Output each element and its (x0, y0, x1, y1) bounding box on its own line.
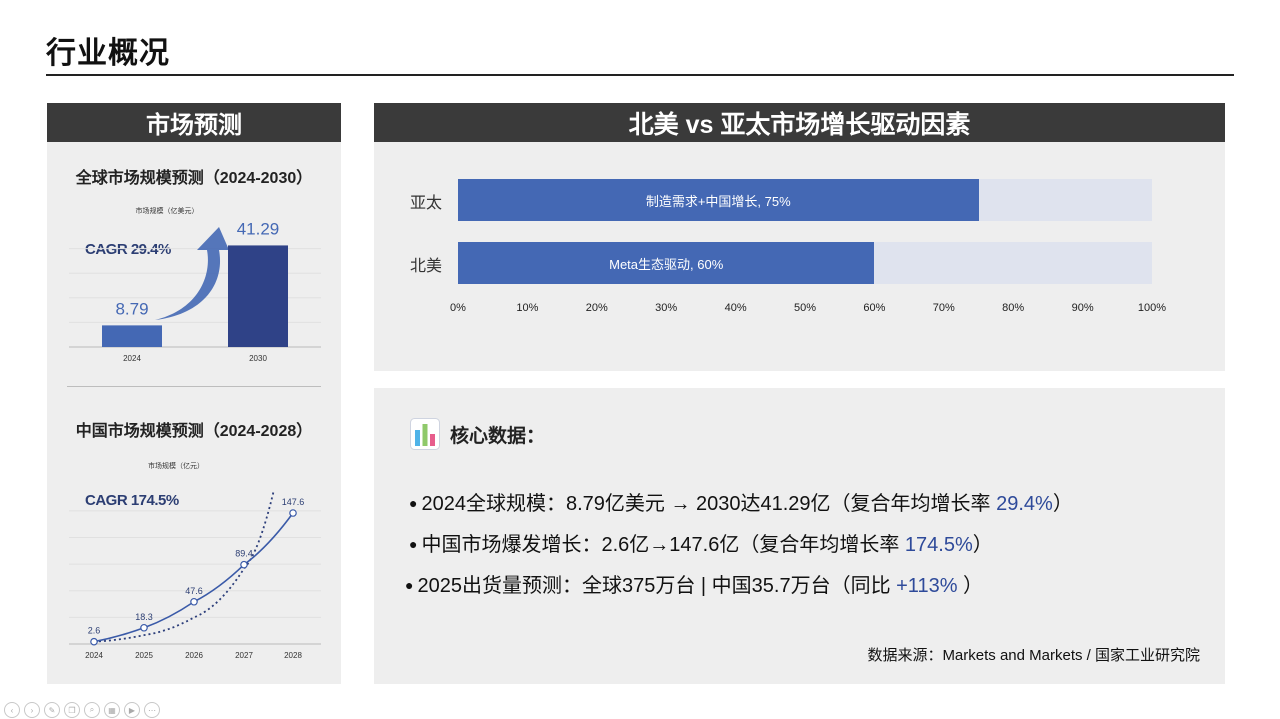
data-point-2027 (240, 560, 248, 569)
x-tick-label: 50% (793, 302, 817, 314)
x-tick-label: 90% (1071, 302, 1094, 314)
china-chart-unit: 市场规模（亿元） (148, 463, 204, 470)
data-source: 数据来源：Markets and Markets / 国家工业研究院 (867, 647, 1200, 664)
video-icon[interactable]: ▶ (124, 702, 140, 718)
x-tick-label: 2028 (284, 651, 302, 660)
bar-value-label: 8.79 (115, 299, 148, 318)
x-tick-label: 40% (724, 302, 747, 314)
x-tick-label: 100% (1137, 302, 1167, 314)
market-forecast-panel: 全球市场规模预测（2024-2030） 市场规模（亿美元） CAGR 29.4%… (47, 142, 341, 684)
x-tick-label: 2030 (249, 354, 267, 363)
core-bullet-2: ● 中国市场爆发增长：2.6亿→147.6亿（复合年均增长率 174.5%） (409, 534, 993, 556)
x-tick-label: 10% (516, 302, 539, 314)
next-slide-icon[interactable]: › (24, 702, 40, 718)
page-title: 行业概况 (46, 37, 170, 70)
china-chart-title: 中国市场规模预测（2024-2028） (75, 423, 313, 440)
data-label: 89.4 (235, 549, 253, 559)
slide-toolbar: ‹ › ✎ ❐ ⌕ ▦ ▶ ⋯ (4, 702, 160, 718)
core-bullet-3: ● 2025出货量预测：全球375万台 | 中国35.7万台（同比 +113% ） (405, 575, 984, 597)
data-label: 47.6 (185, 586, 203, 596)
data-point-2028 (289, 509, 297, 517)
china-line-chart: 2.6 2024 18.3 2025 47.6 2026 89.4 2027 147.6 2028 (69, 489, 321, 660)
x-tick-label: 2024 (123, 354, 141, 363)
bar-chart-icon (410, 418, 440, 450)
chart-divider (67, 386, 321, 387)
grid-icon[interactable]: ▦ (104, 702, 120, 718)
global-bar-chart: 8.79 2024 41.29 2030 (69, 219, 321, 363)
bar-value-label: 41.29 (237, 219, 280, 238)
prev-slide-icon[interactable]: ‹ (4, 702, 20, 718)
x-tick-label: 30% (655, 302, 678, 314)
category-label: 亚太 (410, 195, 443, 212)
data-point-2025 (140, 623, 148, 632)
core-data-title: 核心数据： (450, 425, 546, 447)
data-label: 147.6 (282, 497, 305, 507)
zoom-icon[interactable]: ⌕ (84, 702, 100, 718)
x-tick-label: 20% (585, 302, 608, 314)
x-tick-label: 70% (932, 302, 955, 314)
x-tick-label: 2025 (135, 651, 153, 660)
title-divider (46, 74, 1234, 76)
x-tick-label: 80% (1002, 302, 1025, 314)
data-point-2026 (190, 597, 198, 606)
pen-icon[interactable]: ✎ (44, 702, 60, 718)
data-point-2024 (90, 637, 98, 646)
x-tick-label: 2026 (185, 651, 203, 660)
core-data-heading: 核心数据： (410, 418, 545, 450)
x-tick-label: 60% (863, 302, 886, 314)
bar-label: 制造需求+中国增长, 75% (645, 193, 791, 209)
bar-label: Meta生态驱动, 60% (609, 256, 724, 272)
data-label: 18.3 (135, 612, 153, 622)
bar-2024 (102, 325, 162, 347)
copy-icon[interactable]: ❐ (64, 702, 80, 718)
series-line (93, 512, 294, 643)
more-icon[interactable]: ⋯ (144, 702, 160, 718)
core-bullet-1: ● 2024全球规模：8.79亿美元 → 2030达41.29亿（复合年均增长率 … (409, 493, 1073, 515)
market-forecast-header: 市场预测 (47, 103, 341, 142)
category-label: 北美 (410, 258, 443, 275)
x-tick-label: 2027 (235, 651, 253, 660)
growth-drivers-chart: 亚太 制造需求+中国增长, 75% 北美 Meta生态驱动, 60% 0% 10% 20% 3… (374, 142, 1225, 371)
bar-2030 (228, 245, 288, 347)
data-label: 2.6 (88, 626, 101, 636)
x-tick-label: 0% (450, 302, 466, 314)
core-data-panel: 核心数据： ● 2024全球规模：8.79亿美元 → 2030达41.29亿（复合… (374, 388, 1225, 684)
x-tick-label: 2024 (85, 651, 103, 660)
growth-drivers-header: 北美 vs 亚太市场增长驱动因素 (374, 103, 1225, 142)
